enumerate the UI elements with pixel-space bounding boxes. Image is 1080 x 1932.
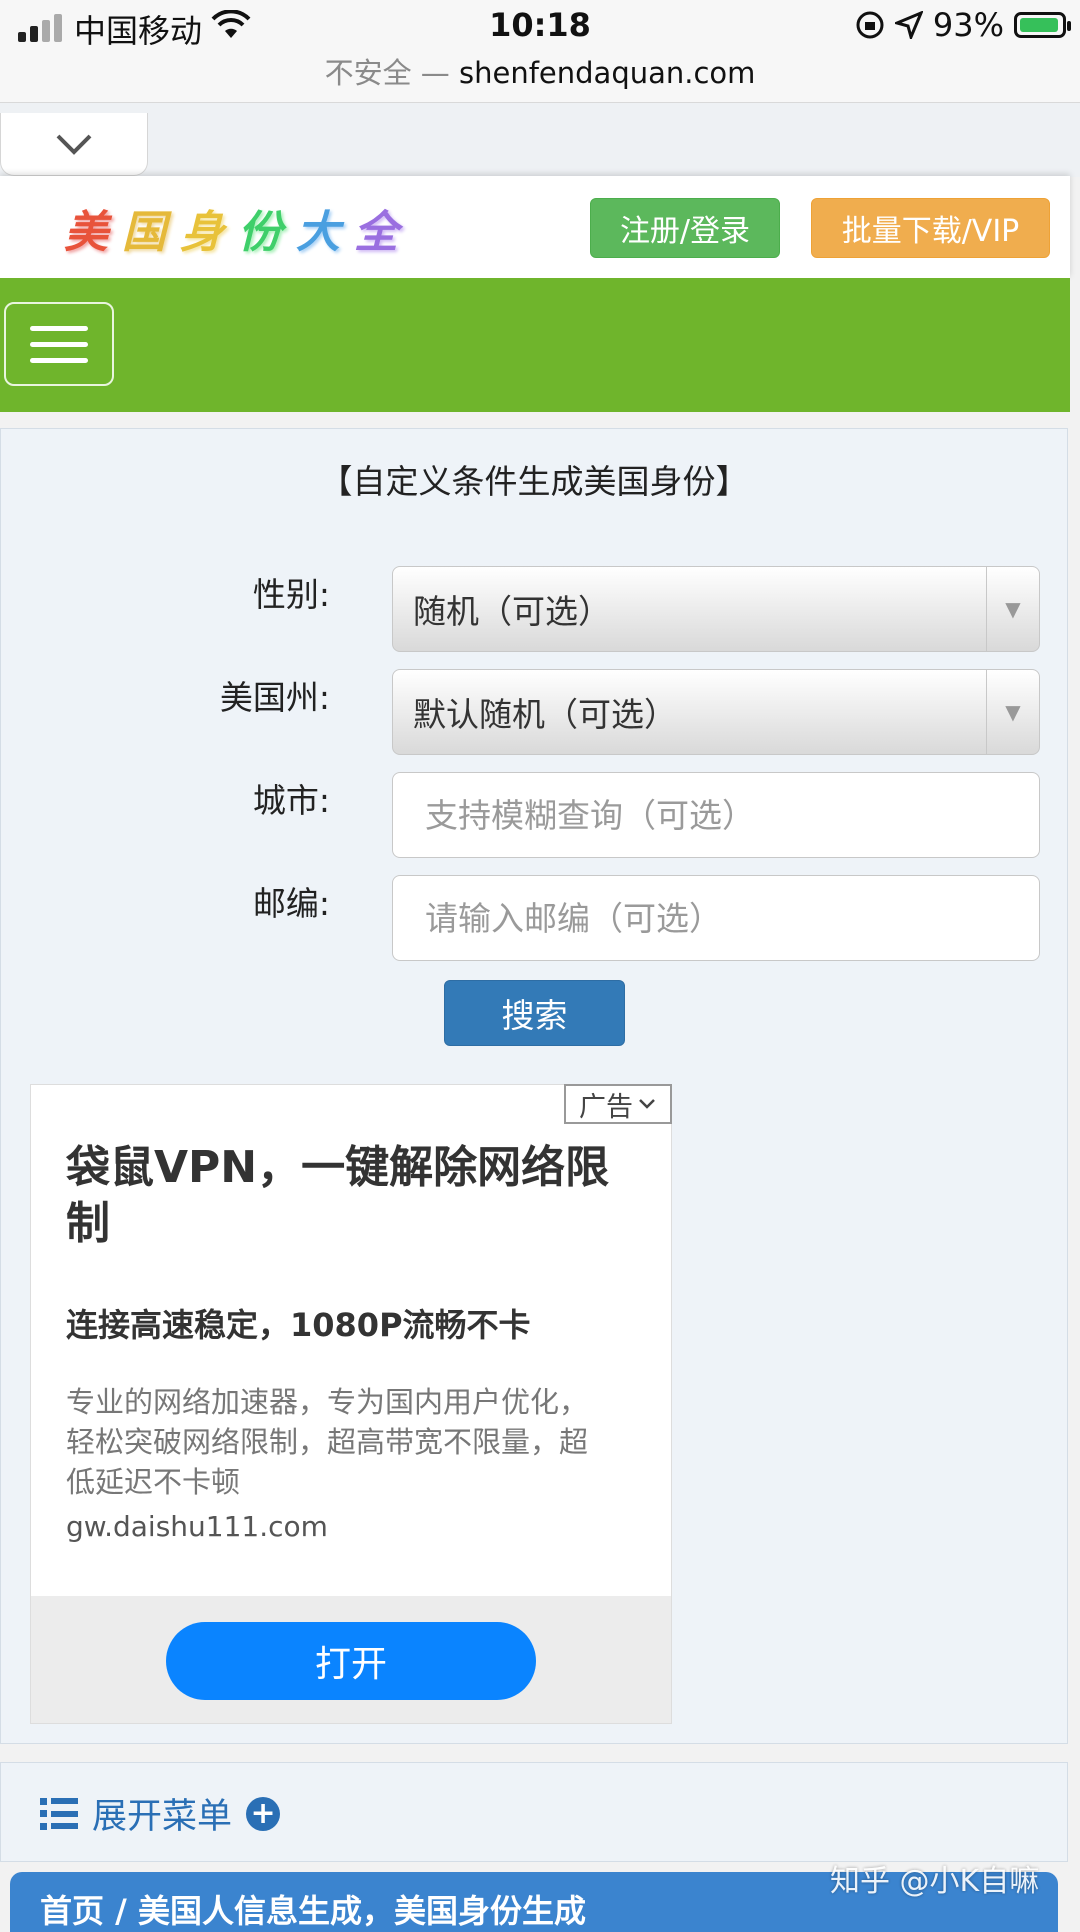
battery-percent: 93% xyxy=(932,6,1004,44)
url-host: shenfendaquan.com xyxy=(459,56,756,90)
state-select[interactable]: 默认随机（可选） ▼ xyxy=(392,669,1040,755)
vip-download-button[interactable]: 批量下载/VIP xyxy=(811,198,1050,258)
city-input[interactable] xyxy=(392,772,1040,858)
chevron-down-icon xyxy=(639,1099,655,1109)
location-arrow-icon xyxy=(894,11,923,39)
dropdown-arrow-icon: ▼ xyxy=(986,670,1039,754)
insecure-label: 不安全 — xyxy=(324,56,450,90)
nav-bar xyxy=(0,278,1070,412)
ad-headline: 袋鼠VPN，一键解除网络限制 xyxy=(66,1142,610,1249)
zip-label: 邮编: xyxy=(252,884,330,923)
zip-input[interactable] xyxy=(392,875,1040,961)
gender-select[interactable]: 随机（可选） ▼ xyxy=(392,566,1040,652)
ad-badge[interactable]: 广告 xyxy=(564,1084,672,1124)
expand-menu-label: 展开菜单 xyxy=(92,1797,233,1837)
city-label: 城市: xyxy=(252,781,330,820)
state-select-value: 默认随机（可选） xyxy=(413,695,677,734)
list-icon xyxy=(40,1797,78,1830)
state-label: 美国州: xyxy=(219,678,330,717)
gender-label: 性别: xyxy=(252,575,330,614)
ad-url: gw.daishu111.com xyxy=(66,1510,328,1543)
battery-icon xyxy=(1014,12,1071,38)
status-right: 93% xyxy=(855,6,1071,44)
collapse-toggle[interactable] xyxy=(0,113,148,176)
breadcrumb[interactable]: 首页 / 美国人信息生成，美国身份生成 xyxy=(40,1886,586,1932)
chevron-down-icon xyxy=(56,134,92,155)
login-button[interactable]: 注册/登录 xyxy=(590,198,780,258)
watermark: 知乎 @小K自嘛 xyxy=(830,1864,1040,1899)
hamburger-menu-button[interactable] xyxy=(4,302,114,386)
ad-subheadline: 连接高速稳定，1080P流畅不卡 xyxy=(66,1306,531,1344)
collapse-strip xyxy=(0,103,1080,177)
orientation-lock-icon xyxy=(856,11,884,39)
ad-description: 专业的网络加速器，专为国内用户优化，轻松突破网络限制，超高带宽不限量，超低延迟不… xyxy=(66,1385,589,1499)
dropdown-arrow-icon: ▼ xyxy=(986,567,1039,651)
form-title: 【自定义条件生成美国身份】 xyxy=(319,462,749,501)
site-logo[interactable]: 美国身份大全 xyxy=(64,196,412,260)
plus-circle-icon: + xyxy=(246,1796,281,1831)
expand-menu-button[interactable]: 展开菜单 + xyxy=(40,1788,281,1839)
ad-open-button[interactable]: 打开 xyxy=(166,1622,536,1700)
address-bar[interactable]: 不安全 — shenfendaquan.com xyxy=(0,50,1080,92)
gender-select-value: 随机（可选） xyxy=(413,592,611,631)
search-button[interactable]: 搜索 xyxy=(444,980,625,1046)
